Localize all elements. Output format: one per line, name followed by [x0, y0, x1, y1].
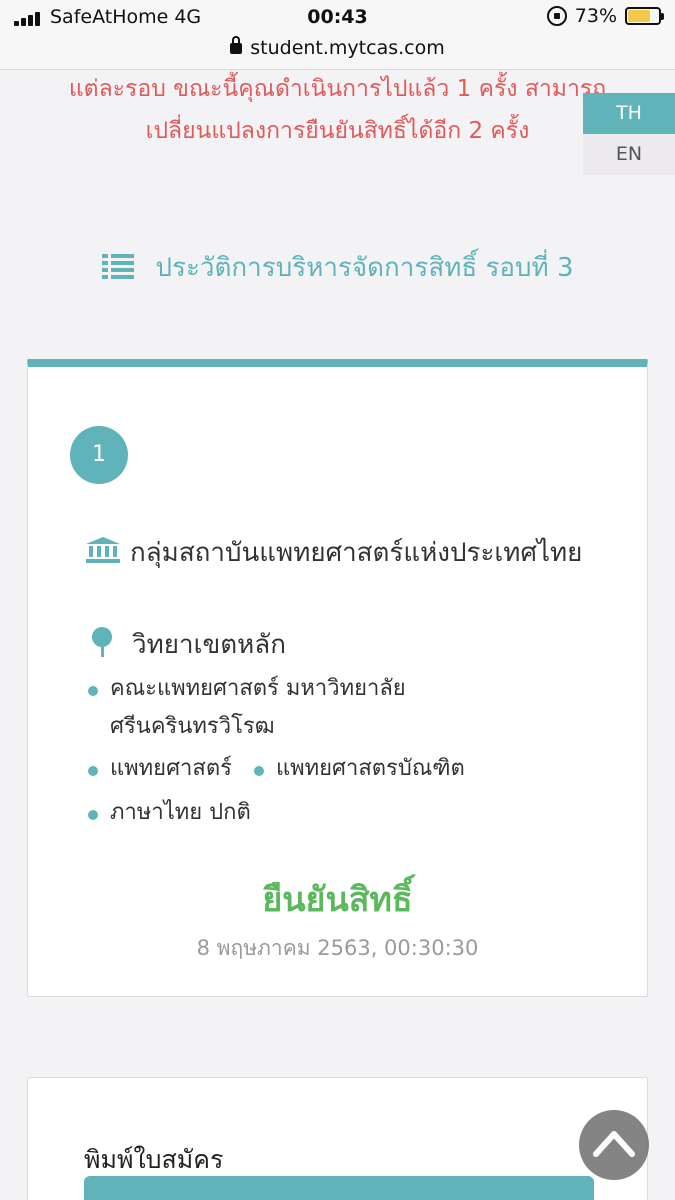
print-application-card: พิมพ์ใบสมัคร	[27, 1077, 648, 1200]
battery-percent: 73%	[574, 5, 617, 27]
browser-status-bar: SafeAtHome 4G 00:43 73% student.mytcas.c…	[0, 0, 675, 70]
institution-row: กลุ่มสถาบันแพทยศาสตร์แห่งประเทศไทย	[86, 531, 586, 576]
print-application-label: พิมพ์ใบสมัคร	[84, 1145, 224, 1174]
address-bar[interactable]: student.mytcas.com	[0, 36, 675, 59]
history-heading: ประวัติการบริหารจัดการสิทธิ์ รอบที่ 3	[30, 245, 645, 292]
institution-icon	[86, 533, 120, 563]
warning-line-1: แต่ละรอบ ขณะนี้คุณดำเนินการไปแล้ว 1 ครั้…	[68, 76, 607, 102]
chevron-up-icon	[593, 1131, 635, 1157]
history-title: ประวัติการบริหารจัดการสิทธิ์ รอบที่ 3	[155, 253, 574, 283]
lang-en-button[interactable]: EN	[583, 134, 675, 175]
rotation-lock-icon	[546, 6, 567, 26]
lang-th-button[interactable]: TH	[583, 93, 675, 134]
campus-row: วิทยาเขตหลัก	[86, 623, 286, 668]
faculty-item: คณะแพทยศาสตร์ มหาวิทยาลัยศรีนครินทรวิโรฒ	[86, 670, 486, 746]
url-text: student.mytcas.com	[250, 37, 445, 59]
status-timestamp: 8 พฤษภาคม 2563, 00:30:30	[196, 936, 479, 960]
print-application-button[interactable]	[84, 1176, 594, 1200]
change-limit-warning: แต่ละรอบ ขณะนี้คุณดำเนินการไปแล้ว 1 ครั้…	[0, 68, 675, 152]
map-pin-icon	[92, 627, 114, 657]
language-switcher: TH EN	[583, 93, 675, 175]
field-item: แพทยศาสตร์	[86, 750, 232, 788]
history-record-card: 1 กลุ่มสถาบันแพทยศาสตร์แห่งประเทศไทย วิท…	[27, 359, 648, 997]
institution-name: กลุ่มสถาบันแพทยศาสตร์แห่งประเทศไทย	[130, 538, 583, 568]
campus-name: วิทยาเขตหลัก	[132, 630, 286, 660]
degree-item: แพทยศาสตรบัณฑิต	[252, 750, 465, 788]
program-details: คณะแพทยศาสตร์ มหาวิทยาลัยศรีนครินทรวิโรฒ…	[86, 670, 606, 832]
list-icon	[101, 254, 134, 280]
status-label: ยืนยันสิทธิ์	[262, 880, 413, 920]
program-item: ภาษาไทย ปกติ	[86, 794, 606, 832]
scroll-to-top-button[interactable]	[579, 1110, 649, 1180]
padlock-icon	[230, 36, 243, 54]
battery-icon	[625, 7, 664, 25]
warning-line-2: เปลี่ยนแปลงการยืนยันสิทธิ์ได้อีก 2 ครั้ง	[145, 118, 530, 144]
step-number-badge: 1	[70, 426, 128, 484]
